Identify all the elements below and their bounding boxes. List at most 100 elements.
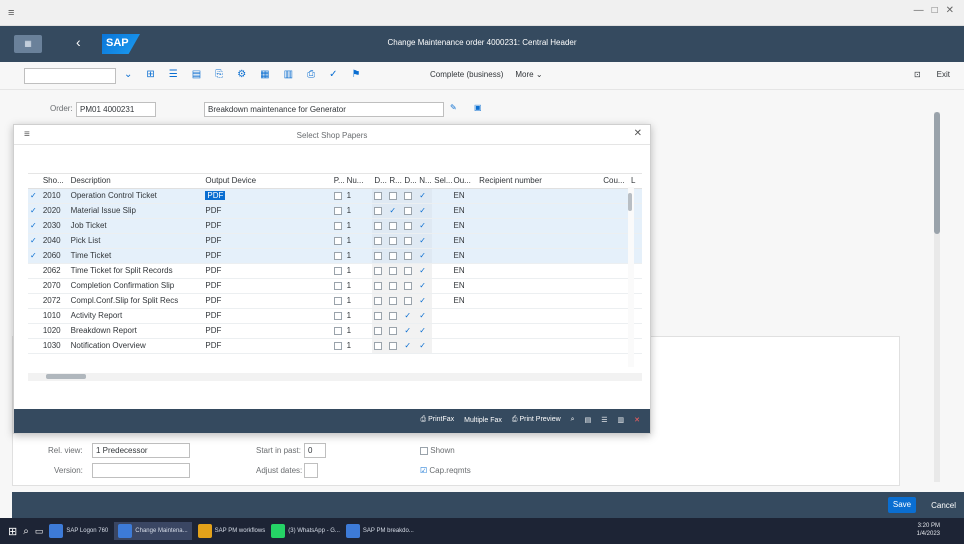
country-field[interactable] [601, 308, 630, 324]
flag-checkbox[interactable] [372, 263, 388, 279]
country-field[interactable] [601, 233, 630, 249]
number-of-copies[interactable]: 1 [344, 188, 373, 204]
country-field[interactable] [601, 263, 630, 279]
flag-checkbox[interactable] [402, 233, 418, 249]
flag-checkbox[interactable]: ✓ [417, 278, 433, 294]
column-header[interactable]: N... [417, 174, 433, 189]
maximize-button[interactable]: □ [932, 5, 938, 16]
check-icon[interactable]: ✓ [329, 69, 337, 80]
number-of-copies[interactable]: 1 [344, 293, 373, 309]
flag-checkbox[interactable] [372, 203, 388, 219]
taskbar-item[interactable]: SAP Logon 760 [49, 524, 108, 538]
column-header[interactable]: Description [68, 174, 204, 189]
table-row[interactable]: 2070 Completion Confirmation Slip PDF 1 ✓ EN [28, 278, 642, 294]
deselect-all-icon[interactable]: ▥ [618, 416, 625, 424]
doc-icon[interactable]: ▤ [192, 69, 201, 80]
output-device-field[interactable]: PDF [203, 203, 332, 219]
flag-checkbox[interactable] [402, 278, 418, 294]
recipient-number-field[interactable] [477, 293, 602, 309]
print-checkbox[interactable] [331, 278, 345, 294]
number-of-copies[interactable]: 1 [344, 278, 373, 294]
taskbar-item[interactable]: (3) WhatsApp - G... [271, 524, 340, 538]
print-checkbox[interactable] [331, 263, 345, 279]
flag-checkbox[interactable] [387, 188, 403, 204]
country-field[interactable] [601, 338, 630, 354]
taskbar-item[interactable]: SAP PM workflows [197, 524, 265, 538]
save-button[interactable]: Save [888, 497, 916, 513]
row-select-marker[interactable]: ✓ [28, 203, 41, 219]
column-header[interactable]: D... [372, 174, 388, 189]
output-device-field[interactable]: PDF [203, 248, 332, 264]
print-checkbox[interactable] [331, 323, 345, 339]
table-row[interactable]: 1020 Breakdown Report PDF 1 ✓ ✓ [28, 323, 642, 339]
flag-checkbox[interactable] [402, 248, 418, 264]
column-header[interactable]: Recipient number [477, 174, 602, 189]
recipient-number-field[interactable] [477, 233, 602, 249]
start-in-past-field[interactable]: 0 [304, 443, 326, 458]
table-vertical-scrollbar[interactable] [628, 187, 634, 367]
flag-checkbox[interactable] [402, 293, 418, 309]
print-checkbox[interactable] [331, 308, 345, 324]
flag-checkbox[interactable] [387, 233, 403, 249]
column-header[interactable]: Cou... [601, 174, 630, 189]
print-checkbox[interactable] [331, 218, 345, 234]
country-field[interactable] [601, 203, 630, 219]
row-select-marker[interactable]: ✓ [28, 188, 41, 204]
flag-checkbox[interactable] [372, 293, 388, 309]
number-of-copies[interactable]: 1 [344, 248, 373, 264]
print-checkbox[interactable] [331, 233, 345, 249]
flag-checkbox[interactable] [402, 203, 418, 219]
column-header[interactable]: Sel... [432, 174, 452, 189]
flag-checkbox[interactable] [372, 248, 388, 264]
table-row[interactable]: ✓ 2060 Time Ticket PDF 1 ✓ EN [28, 248, 642, 264]
number-of-copies[interactable]: 1 [344, 263, 373, 279]
recipient-number-field[interactable] [477, 248, 602, 264]
flag-checkbox[interactable]: ✓ [417, 248, 433, 264]
windows-start-icon[interactable]: ⊞ [8, 525, 17, 538]
column-header[interactable]: Ou... [451, 174, 478, 189]
country-field[interactable] [601, 248, 630, 264]
column-header[interactable]: P... [331, 174, 345, 189]
output-device-field[interactable]: PDF [203, 233, 332, 249]
recipient-number-field[interactable] [477, 323, 602, 339]
output-device-field[interactable]: PDF [203, 218, 332, 234]
recipient-number-field[interactable] [477, 278, 602, 294]
row-select-marker[interactable]: ✓ [28, 248, 41, 264]
output-device-field[interactable]: PDF [203, 293, 332, 309]
doc-icon[interactable]: ▤ [585, 416, 592, 424]
row-select-marker[interactable] [28, 338, 41, 354]
rel-view-select[interactable]: 1 Predecessor [92, 443, 190, 458]
print-checkbox[interactable] [331, 248, 345, 264]
long-text-icon[interactable]: ✎ [450, 103, 457, 112]
print-checkbox[interactable] [331, 203, 345, 219]
output-device-field[interactable]: PDF [203, 338, 332, 354]
flag-checkbox[interactable] [387, 278, 403, 294]
country-field[interactable] [601, 188, 630, 204]
adjust-dates-field[interactable] [304, 463, 318, 478]
search-icon[interactable]: ⌕ [571, 416, 575, 424]
output-device-field[interactable]: PDF [203, 323, 332, 339]
flag-checkbox[interactable]: ✓ [417, 218, 433, 234]
close-window-button[interactable]: ✕ [946, 5, 954, 16]
attachment-icon[interactable]: ▣ [474, 103, 482, 112]
flag-checkbox[interactable]: ✓ [402, 323, 418, 339]
number-of-copies[interactable]: 1 [344, 233, 373, 249]
flag-checkbox[interactable]: ✓ [417, 308, 433, 324]
number-of-copies[interactable]: 1 [344, 308, 373, 324]
row-select-marker[interactable]: ✓ [28, 233, 41, 249]
flag-checkbox[interactable] [372, 233, 388, 249]
table-row[interactable]: 2062 Time Ticket for Split Records PDF 1 ✓ EN [28, 263, 642, 279]
flag-checkbox[interactable] [372, 188, 388, 204]
table-icon[interactable]: ▥ [284, 69, 293, 80]
command-field[interactable] [24, 68, 116, 84]
recipient-number-field[interactable] [477, 308, 602, 324]
table-row[interactable]: 2072 Compl.Conf.Slip for Split Recs PDF 1 ✓ E… [28, 293, 642, 309]
copy-icon[interactable]: ⎘ [215, 69, 223, 80]
flag-checkbox[interactable] [372, 338, 388, 354]
column-header[interactable]: Nu... [344, 174, 373, 189]
column-header[interactable]: L [629, 174, 642, 189]
flag-checkbox[interactable] [402, 188, 418, 204]
table-row[interactable]: ✓ 2020 Material Issue Slip PDF 1 ✓ ✓ EN [28, 203, 642, 219]
table-horizontal-scrollbar[interactable] [28, 373, 642, 381]
recipient-number-field[interactable] [477, 203, 602, 219]
